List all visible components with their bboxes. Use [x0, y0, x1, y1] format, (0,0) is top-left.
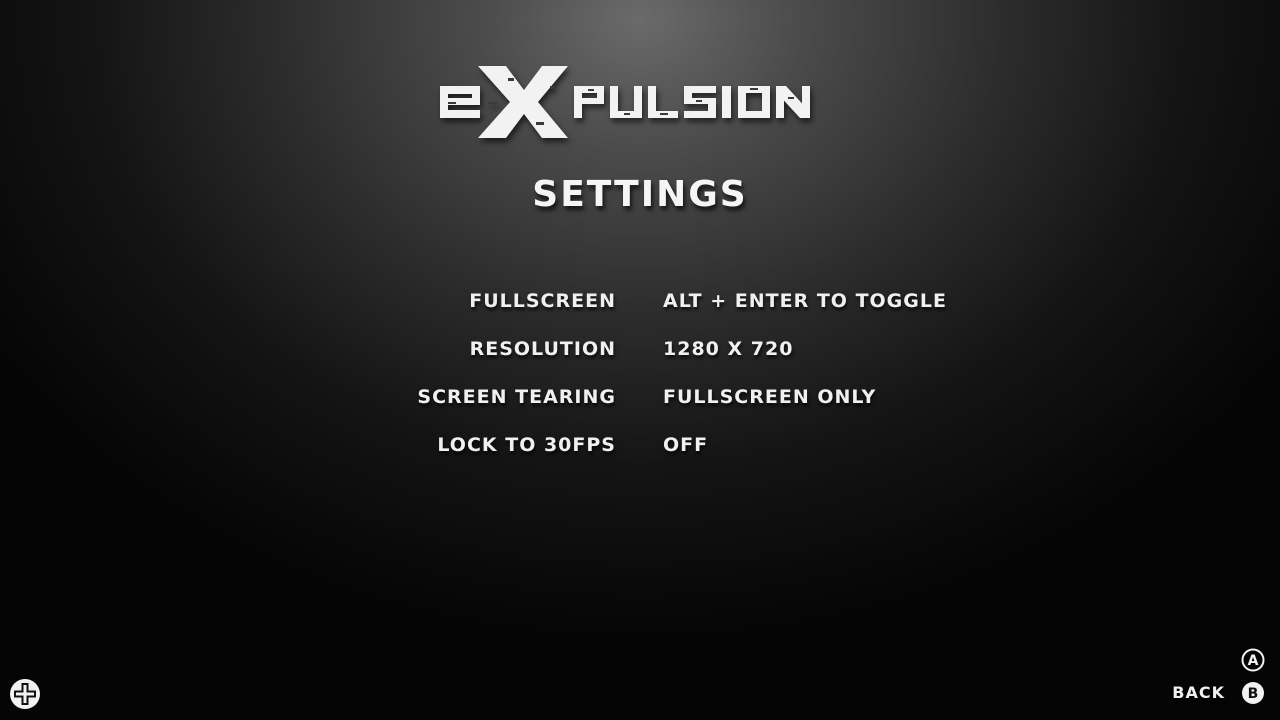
setting-label: SCREEN TEARING: [417, 386, 616, 408]
settings-list: FULLSCREEN ALT + ENTER TO TOGGLE RESOLUT…: [0, 290, 1280, 482]
dpad-icon: [9, 678, 41, 710]
setting-row-resolution[interactable]: RESOLUTION 1280 X 720: [0, 338, 1280, 386]
setting-value[interactable]: ALT + ENTER TO TOGGLE: [663, 290, 947, 312]
a-button-icon[interactable]: A: [1241, 648, 1265, 672]
setting-label: LOCK TO 30FPS: [437, 434, 616, 456]
setting-row-screen-tearing[interactable]: SCREEN TEARING FULLSCREEN ONLY: [0, 386, 1280, 434]
back-label[interactable]: BACK: [1172, 683, 1225, 702]
setting-row-lock-30fps[interactable]: LOCK TO 30FPS OFF: [0, 434, 1280, 482]
setting-label: FULLSCREEN: [469, 290, 616, 312]
b-button-icon[interactable]: B: [1241, 681, 1265, 705]
a-button-letter: A: [1248, 653, 1259, 669]
page-title: SETTINGS: [532, 174, 748, 215]
setting-value[interactable]: 1280 X 720: [663, 338, 793, 360]
setting-row-fullscreen[interactable]: FULLSCREEN ALT + ENTER TO TOGGLE: [0, 290, 1280, 338]
setting-label: RESOLUTION: [469, 338, 616, 360]
setting-value[interactable]: OFF: [663, 434, 708, 456]
game-logo: [438, 62, 842, 142]
b-button-letter: B: [1248, 686, 1259, 702]
setting-value[interactable]: FULLSCREEN ONLY: [663, 386, 876, 408]
